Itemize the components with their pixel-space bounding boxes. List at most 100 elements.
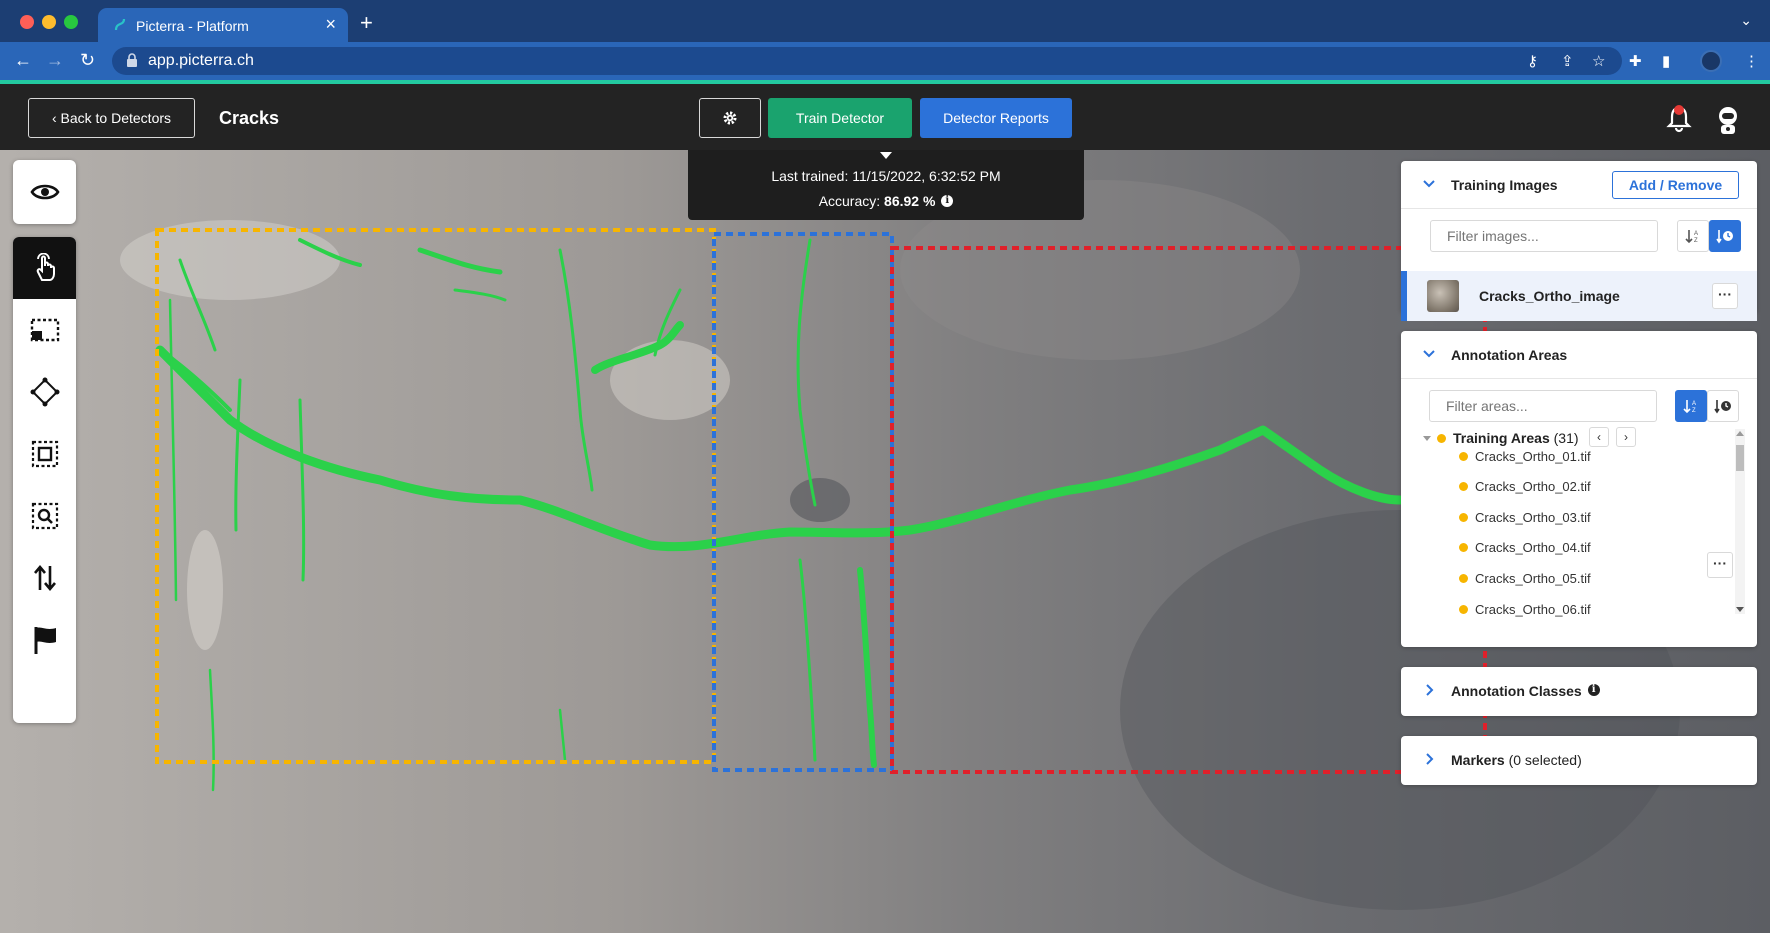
url-field[interactable]: app.picterra.ch — [112, 47, 1622, 75]
chevron-left-icon: ‹ — [51, 110, 61, 126]
annotation-areas-panel: Annotation Areas AZ Training Areas (31) … — [1401, 331, 1757, 647]
markers-header[interactable]: Markers (0 selected) — [1401, 736, 1757, 784]
tab-title: Picterra - Platform — [136, 18, 249, 34]
training-areas-label: Training Areas — [1453, 430, 1550, 446]
training-images-header[interactable]: Training Images Add / Remove — [1401, 161, 1757, 209]
annotation-areas-header[interactable]: Annotation Areas — [1401, 331, 1757, 379]
markers-label: Markers — [1451, 752, 1505, 768]
accuracy-label: Accuracy: — [818, 193, 881, 209]
filter-images-input[interactable] — [1430, 220, 1658, 252]
picterra-logo-icon — [114, 18, 126, 31]
list-item[interactable]: Cracks_Ortho_06.tif — [1459, 602, 1591, 617]
orange-dot-icon — [1459, 574, 1468, 583]
extensions-icon[interactable]: ✚ — [1629, 52, 1642, 70]
forward-arrow-icon[interactable]: → — [46, 50, 64, 71]
filter-areas-input[interactable] — [1429, 390, 1657, 422]
info-icon[interactable]: i — [1587, 684, 1600, 696]
svg-text:A: A — [1692, 401, 1696, 407]
svg-text:A: A — [1694, 231, 1698, 237]
chevron-down-icon — [1423, 180, 1435, 188]
sort-recent-button[interactable] — [1709, 220, 1741, 252]
zoom-select-icon[interactable] — [13, 485, 76, 547]
training-images-panel: Training Images Add / Remove AZ Cracks_O… — [1401, 161, 1757, 321]
back-button-label: Back to Detectors — [60, 110, 172, 126]
window-minimize-button[interactable] — [42, 15, 56, 29]
last-trained-text: Last trained: 11/15/2022, 6:32:52 PM — [771, 168, 1001, 184]
chevron-right-icon — [1426, 753, 1434, 765]
training-image-row[interactable]: Cracks_Ortho_image ··· — [1401, 271, 1757, 321]
menu-dots-icon[interactable]: ⋮ — [1744, 52, 1759, 70]
scroll-thumb[interactable] — [1736, 445, 1744, 471]
settings-button[interactable] — [699, 98, 761, 138]
annotation-classes-header[interactable]: Annotation Classes i — [1401, 667, 1757, 715]
user-avatar-icon[interactable] — [1712, 104, 1744, 136]
star-icon[interactable]: ☆ — [1592, 52, 1605, 70]
training-image-name: Cracks_Ortho_image — [1479, 288, 1620, 304]
back-arrow-icon[interactable]: ← — [14, 50, 32, 71]
prev-page-button[interactable]: ‹ — [1589, 427, 1609, 447]
pointer-hand-icon[interactable] — [13, 237, 76, 299]
image-more-button[interactable]: ··· — [1712, 283, 1738, 309]
tab-strip: Picterra - Platform × + ⌄ — [0, 0, 1770, 42]
accuracy-line: Accuracy: 86.92 % i — [688, 193, 1084, 209]
markers-panel: Markers (0 selected) — [1401, 736, 1757, 785]
chevron-down-icon — [1423, 350, 1435, 358]
tab-search-icon[interactable]: ⌄ — [1740, 12, 1752, 29]
list-item[interactable]: Cracks_Ortho_03.tif — [1459, 510, 1591, 525]
notifications-bell-icon[interactable] — [1664, 104, 1694, 134]
browser-chrome: Picterra - Platform × + ⌄ ← → ↻ app.pict… — [0, 0, 1770, 84]
lock-icon — [127, 53, 137, 67]
training-status-popover: Last trained: 11/15/2022, 6:32:52 PM Acc… — [688, 150, 1084, 220]
sort-alpha-icon: AZ — [1683, 400, 1696, 414]
orange-dot-icon — [1437, 434, 1446, 443]
magic-select-icon[interactable] — [13, 423, 76, 485]
list-item[interactable]: Cracks_Ortho_02.tif — [1459, 479, 1591, 494]
new-tab-icon[interactable]: + — [360, 10, 373, 36]
profile-avatar[interactable] — [1700, 50, 1722, 72]
next-page-button[interactable]: › — [1616, 427, 1636, 447]
rectangle-select-icon[interactable] — [13, 299, 76, 361]
gear-icon — [723, 111, 737, 125]
training-areas-group[interactable]: Training Areas (31) — [1423, 430, 1579, 446]
browser-tab[interactable]: Picterra - Platform × — [98, 8, 348, 42]
areas-scrollbar[interactable] — [1735, 429, 1745, 614]
tab-close-icon[interactable]: × — [325, 14, 336, 35]
detector-reports-button[interactable]: Detector Reports — [920, 98, 1072, 138]
reload-icon[interactable]: ↻ — [80, 50, 95, 71]
notification-dot — [1674, 105, 1684, 115]
list-item[interactable]: Cracks_Ortho_05.tif — [1459, 571, 1591, 586]
flag-icon[interactable] — [13, 609, 76, 671]
annotation-classes-panel: Annotation Classes i — [1401, 667, 1757, 716]
sort-alpha-button[interactable]: AZ — [1675, 390, 1707, 422]
sort-alpha-icon: AZ — [1685, 230, 1698, 244]
markers-title: Markers (0 selected) — [1451, 752, 1582, 768]
area-name: Cracks_Ortho_01.tif — [1475, 449, 1591, 464]
url-text: app.picterra.ch — [148, 52, 254, 69]
orange-dot-icon — [1459, 605, 1468, 614]
list-item[interactable]: Cracks_Ortho_04.tif — [1459, 540, 1591, 555]
orange-dot-icon — [1459, 452, 1468, 461]
window-close-button[interactable] — [20, 15, 34, 29]
eye-icon[interactable] — [13, 161, 76, 223]
sort-alpha-button[interactable]: AZ — [1677, 220, 1709, 252]
add-remove-button[interactable]: Add / Remove — [1612, 171, 1739, 199]
share-icon[interactable]: ⇪ — [1561, 52, 1574, 70]
sidebar-icon[interactable]: ▮ — [1662, 52, 1670, 70]
swap-arrows-icon[interactable] — [13, 547, 76, 609]
list-item[interactable]: Cracks_Ortho_01.tif — [1459, 449, 1591, 464]
back-to-detectors-button[interactable]: ‹ Back to Detectors — [28, 98, 195, 138]
chevron-right-icon — [1426, 684, 1434, 696]
polygon-icon[interactable] — [13, 361, 76, 423]
train-detector-button[interactable]: Train Detector — [768, 98, 912, 138]
svg-text:Z: Z — [1692, 408, 1696, 414]
area-name: Cracks_Ortho_04.tif — [1475, 540, 1591, 555]
key-icon[interactable]: ⚷ — [1527, 52, 1538, 70]
selected-indicator — [1401, 271, 1407, 321]
sort-recent-button[interactable] — [1707, 390, 1739, 422]
info-icon[interactable]: i — [941, 195, 954, 207]
area-more-button[interactable]: ··· — [1707, 552, 1733, 578]
scroll-down-icon[interactable] — [1736, 607, 1744, 612]
orange-dot-icon — [1459, 482, 1468, 491]
window-maximize-button[interactable] — [64, 15, 78, 29]
scroll-up-icon[interactable] — [1736, 431, 1744, 436]
